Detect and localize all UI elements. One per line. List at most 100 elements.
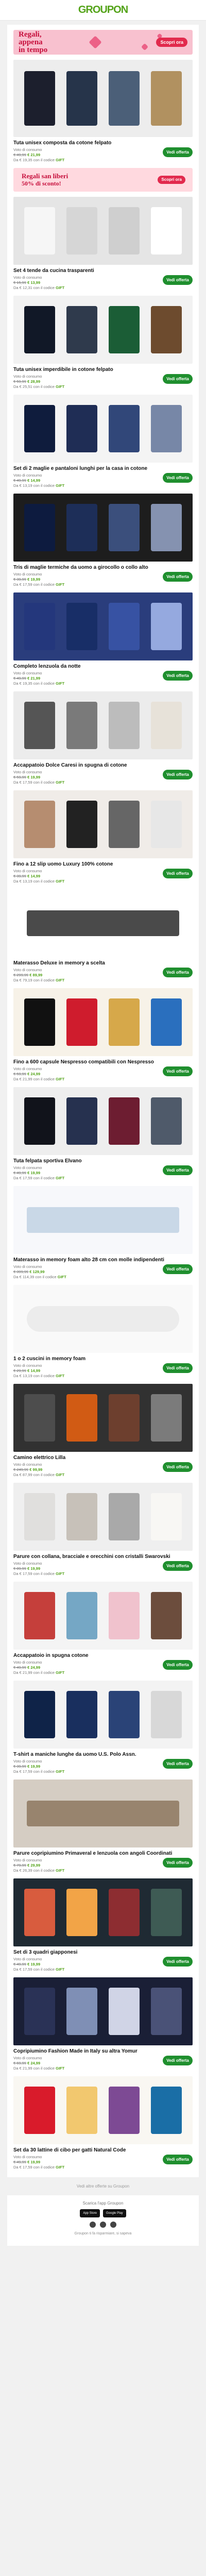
instagram-icon[interactable] — [100, 2222, 106, 2228]
deal-card[interactable]: Parure copripiumino Primaveral e lenzuol… — [13, 1780, 193, 1873]
deal-image[interactable] — [13, 1780, 193, 1848]
deal-image[interactable] — [13, 1681, 193, 1749]
deal-image[interactable] — [13, 988, 193, 1056]
deal-image[interactable] — [13, 296, 193, 364]
view-deal-button[interactable]: Vedi offerta — [163, 1363, 193, 1373]
deal-title[interactable]: Completo lenzuola da notte — [13, 664, 193, 670]
deal-image[interactable] — [13, 1285, 193, 1353]
view-deal-button[interactable]: Vedi offerta — [163, 147, 193, 157]
view-deal-button[interactable]: Vedi offerta — [163, 275, 193, 285]
view-deal-button[interactable]: Vedi offerta — [163, 671, 193, 681]
deal-card[interactable]: Accappatoio in spugna cotone Voto di cons… — [13, 1582, 193, 1675]
deal-image[interactable] — [13, 691, 193, 759]
deal-card[interactable]: Tuta felpata sportiva Elvano Voto di cons… — [13, 1087, 193, 1181]
deal-card[interactable]: Fino a 600 capsule Nespresso compatibili… — [13, 988, 193, 1082]
view-deal-button[interactable]: Vedi offerta — [163, 2056, 193, 2065]
deal-card[interactable]: Accappatoio Dolce Caresi in spugna di co… — [13, 691, 193, 785]
more-offers-link[interactable]: Vedi altre offerte su Groupon — [7, 2183, 199, 2189]
deal-title[interactable]: Materasso Deluxe in memory a scelta — [13, 960, 193, 967]
deal-title[interactable]: Fino a 600 capsule Nespresso compatibili… — [13, 1059, 193, 1065]
deal-card[interactable]: T-shirt a maniche lunghe da uomo U.S. Po… — [13, 1681, 193, 1774]
deal-image[interactable] — [13, 60, 193, 137]
view-deal-button[interactable]: Vedi offerta — [163, 1165, 193, 1175]
view-deal-button[interactable]: Vedi offerta — [163, 1957, 193, 1967]
deal-card[interactable]: Copripiumino Fashion Made in Italy su al… — [13, 1977, 193, 2071]
deal-title[interactable]: Set da 30 lattine di cibo per gatti Natu… — [13, 2147, 193, 2154]
deal-title[interactable]: Parure copripiumino Primaveral e lenzuol… — [13, 1851, 193, 1857]
deal-title[interactable]: Accappatoio Dolce Caresi in spugna di co… — [13, 762, 193, 769]
deal-title[interactable]: Parure con collana, bracciale e orecchin… — [13, 1554, 193, 1560]
deal-card[interactable]: Tuta unisex imperdibile in cotone felpat… — [13, 296, 193, 389]
deal-card[interactable]: Set di 3 quadri giapponesi Voto di consum… — [13, 1878, 193, 1972]
deal-image[interactable] — [13, 2076, 193, 2144]
deal-card[interactable]: Set di 2 maglie e pantaloni lunghi per l… — [13, 395, 193, 488]
deal-title[interactable]: Tuta unisex composta da cotone felpato — [13, 140, 193, 146]
deal-image[interactable] — [13, 1087, 193, 1155]
deal-image[interactable] — [13, 592, 193, 660]
deal-title[interactable]: Materasso in memory foam alto 28 cm con … — [13, 1257, 193, 1263]
deal-card[interactable]: Materasso in memory foam alto 28 cm con … — [13, 1186, 193, 1280]
view-deal-button[interactable]: Vedi offerta — [163, 1759, 193, 1769]
deal-image[interactable] — [13, 494, 193, 562]
view-deal-button[interactable]: Vedi offerta — [163, 374, 193, 384]
deal-image[interactable] — [13, 1878, 193, 1946]
deal-card[interactable]: Set 4 tende da cucina trasparenti Voto di… — [13, 197, 193, 291]
deal-title[interactable]: Tuta felpata sportiva Elvano — [13, 1158, 193, 1164]
banner-cta-button[interactable]: Scopri ora — [156, 38, 187, 47]
promo-banner[interactable]: Regali, appena in tempo Scopri ora — [13, 30, 193, 55]
view-deal-button[interactable]: Vedi offerta — [163, 1066, 193, 1076]
facebook-icon[interactable] — [90, 2222, 96, 2228]
old-price: € 249,99 — [13, 1467, 29, 1472]
deal-title[interactable]: Fino a 12 slip uomo Luxury 100% cotone — [13, 861, 193, 868]
deal-card[interactable]: Completo lenzuola da notte Voto di consum… — [13, 592, 193, 686]
deal-title[interactable]: Set di 3 quadri giapponesi — [13, 1950, 193, 1956]
deal-card[interactable]: Fino a 12 slip uomo Luxury 100% cotone Vo… — [13, 790, 193, 884]
deal-card[interactable]: Tuta unisex composta da cotone felpato Vo… — [13, 60, 193, 163]
deal-image[interactable] — [13, 1977, 193, 2045]
deal-card[interactable]: Materasso Deluxe in memory a scelta Voto … — [13, 889, 193, 983]
view-deal-button[interactable]: Vedi offerta — [163, 2155, 193, 2164]
view-deal-button[interactable]: Vedi offerta — [163, 968, 193, 977]
secondary-promo-banner[interactable]: Regali san liberi 50% di sconto! Scopri … — [13, 168, 193, 192]
deal-title[interactable]: Tris di maglie termiche da uomo a giroco… — [13, 565, 193, 571]
deal-meta: Voto di consumo € 59,99 € 24,99 Da € 21,99… — [13, 1066, 64, 1082]
view-deal-button[interactable]: Vedi offerta — [163, 1660, 193, 1670]
deal-image[interactable] — [13, 1582, 193, 1650]
deal-title[interactable]: T-shirt a maniche lunghe da uomo U.S. Po… — [13, 1752, 193, 1758]
view-deal-button[interactable]: Vedi offerta — [163, 1858, 193, 1868]
deal-image[interactable] — [13, 1384, 193, 1452]
deal-card[interactable]: Set da 30 lattine di cibo per gatti Natu… — [13, 2076, 193, 2170]
twitter-icon[interactable] — [110, 2222, 116, 2228]
view-deal-button[interactable]: Vedi offerta — [163, 869, 193, 878]
deal-image[interactable] — [13, 1186, 193, 1254]
deal-card[interactable]: Parure con collana, bracciale e orecchin… — [13, 1483, 193, 1577]
deal-title[interactable]: Copripiumino Fashion Made in Italy su al… — [13, 2048, 193, 2055]
deal-card[interactable]: 1 o 2 cuscini in memory foam Voto di cons… — [13, 1285, 193, 1379]
deal-title[interactable]: Set di 2 maglie e pantaloni lunghi per l… — [13, 466, 193, 472]
view-deal-button[interactable]: Vedi offerta — [163, 1561, 193, 1571]
deal-title[interactable]: Accappatoio in spugna cotone — [13, 1653, 193, 1659]
groupon-logo[interactable]: GROUPON — [78, 4, 128, 16]
app-store-button[interactable]: App Store — [80, 2209, 100, 2217]
deal-meta: Voto di consumo € 89,99 € 19,99 Da € 17,59… — [13, 1561, 64, 1577]
deal-title[interactable]: 1 o 2 cuscini in memory foam — [13, 1356, 193, 1362]
deal-image[interactable] — [13, 889, 193, 957]
secondary-banner-button[interactable]: Scopri ora — [158, 176, 185, 184]
old-price: € 15,99 — [13, 280, 27, 285]
google-play-button[interactable]: Google Play — [103, 2209, 126, 2217]
new-price: € 19,99 — [27, 1764, 41, 1769]
deal-card[interactable]: Camino elettrico Lilla Voto di consumo € 2… — [13, 1384, 193, 1478]
deal-title[interactable]: Set 4 tende da cucina trasparenti — [13, 268, 193, 274]
deal-card[interactable]: Tris di maglie termiche da uomo a giroco… — [13, 494, 193, 587]
view-deal-button[interactable]: Vedi offerta — [163, 1462, 193, 1472]
deal-image[interactable] — [13, 790, 193, 858]
view-deal-button[interactable]: Vedi offerta — [163, 1264, 193, 1274]
deal-image[interactable] — [13, 197, 193, 265]
deal-image[interactable] — [13, 1483, 193, 1551]
view-deal-button[interactable]: Vedi offerta — [163, 770, 193, 779]
view-deal-button[interactable]: Vedi offerta — [163, 572, 193, 582]
deal-title[interactable]: Camino elettrico Lilla — [13, 1455, 193, 1461]
view-deal-button[interactable]: Vedi offerta — [163, 473, 193, 483]
deal-image[interactable] — [13, 395, 193, 463]
deal-title[interactable]: Tuta unisex imperdibile in cotone felpat… — [13, 367, 193, 373]
